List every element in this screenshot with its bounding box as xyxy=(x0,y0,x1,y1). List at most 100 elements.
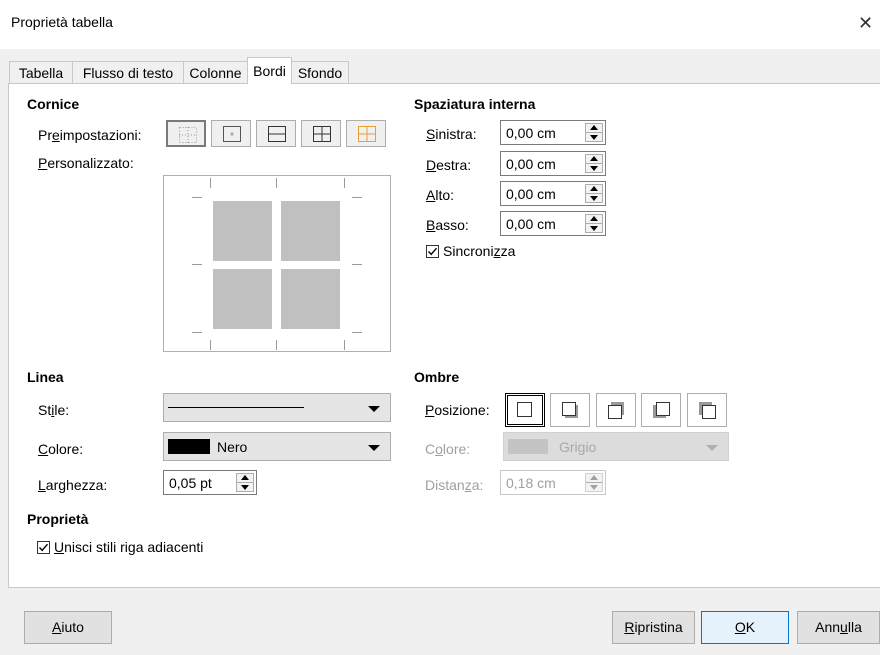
preview-tick xyxy=(210,340,211,350)
spin-up-icon[interactable] xyxy=(590,186,598,191)
sincronizza-label[interactable]: Sincronizza xyxy=(443,243,515,259)
basso-spinbox[interactable]: 0,00 cm xyxy=(500,211,606,236)
close-icon[interactable]: ✕ xyxy=(858,13,873,34)
shadow-top-left-icon xyxy=(699,402,716,419)
basso-label: Basso: xyxy=(426,217,469,233)
stile-dropdown[interactable] xyxy=(163,393,391,422)
ripristina-button[interactable]: Ripristina xyxy=(612,611,695,644)
tab-sfondo[interactable]: Sfondo xyxy=(291,61,349,83)
preview-tick xyxy=(352,197,362,198)
shadow-none-icon xyxy=(517,402,532,417)
preview-cell-top-left xyxy=(213,201,272,261)
larghezza-label: Larghezza: xyxy=(38,477,108,493)
sinistra-label: Sinistra: xyxy=(426,126,477,142)
larghezza-spin-buttons[interactable] xyxy=(236,473,254,492)
spin-down-icon[interactable] xyxy=(590,135,598,140)
ok-button[interactable]: OK xyxy=(701,611,789,644)
shadow-bottom-left-button[interactable] xyxy=(641,393,681,427)
preset-border-inner-button[interactable] xyxy=(211,120,251,147)
border-inner-only-icon xyxy=(223,126,241,142)
custom-label: Personalizzato: xyxy=(38,155,134,171)
unisci-stili-checkbox[interactable] xyxy=(37,541,50,554)
shadow-top-right-button[interactable] xyxy=(596,393,636,427)
spin-up-icon[interactable] xyxy=(590,216,598,221)
preview-cell-top-right xyxy=(281,201,340,261)
color-swatch xyxy=(508,439,548,454)
aiuto-button[interactable]: Aiuto xyxy=(24,611,112,644)
preview-tick xyxy=(344,178,345,188)
title-bar xyxy=(0,0,880,49)
line-style-preview xyxy=(168,407,304,408)
alto-label: Alto: xyxy=(426,187,455,203)
preview-tick xyxy=(352,332,362,333)
linea-colore-dropdown[interactable]: Nero xyxy=(163,432,391,461)
color-swatch xyxy=(168,439,210,454)
spin-up-icon[interactable] xyxy=(590,156,598,161)
tab-bordi[interactable]: Bordi xyxy=(247,57,292,84)
larghezza-spinbox[interactable]: 0,05 pt xyxy=(163,470,257,495)
stile-label: Stile: xyxy=(38,402,70,418)
spin-down-icon[interactable] xyxy=(590,166,598,171)
cornice-heading: Cornice xyxy=(27,96,80,112)
border-outer-horizontal-icon xyxy=(268,126,286,142)
preset-border-horizontal-button[interactable] xyxy=(256,120,296,147)
preview-cell-bottom-left xyxy=(213,269,272,329)
alto-spinbox[interactable]: 0,00 cm xyxy=(500,181,606,206)
preset-border-all-button[interactable] xyxy=(301,120,341,147)
shadow-bottom-right-button[interactable] xyxy=(550,393,590,427)
basso-spin-buttons[interactable] xyxy=(585,214,603,233)
spin-up-icon[interactable] xyxy=(590,125,598,130)
checkmark-icon xyxy=(427,247,438,256)
distanza-value: 0,18 cm xyxy=(506,475,556,491)
destra-label: Destra: xyxy=(426,157,472,173)
shadow-none-button[interactable] xyxy=(505,393,545,427)
spaziatura-heading: Spaziatura interna xyxy=(414,96,536,112)
preview-tick xyxy=(344,340,345,350)
border-preview[interactable] xyxy=(163,175,391,352)
shadow-top-right-icon xyxy=(608,402,624,419)
linea-colore-label: Colore: xyxy=(38,441,84,457)
preview-tick xyxy=(192,264,202,265)
preview-tick xyxy=(276,340,277,350)
preview-tick xyxy=(352,264,362,265)
preview-cell-bottom-right xyxy=(281,269,340,329)
ombre-colore-value: Grigio xyxy=(559,439,597,455)
sinistra-spinbox[interactable]: 0,00 cm xyxy=(500,120,606,145)
sincronizza-checkbox[interactable] xyxy=(426,245,439,258)
tab-flusso-di-testo[interactable]: Flusso di testo xyxy=(72,61,184,83)
preview-tick xyxy=(210,178,211,188)
destra-value: 0,00 cm xyxy=(506,156,556,172)
sinistra-spin-buttons[interactable] xyxy=(585,123,603,142)
spin-up-icon[interactable] xyxy=(590,475,598,480)
preview-tick xyxy=(192,332,202,333)
destra-spin-buttons[interactable] xyxy=(585,154,603,173)
destra-spinbox[interactable]: 0,00 cm xyxy=(500,151,606,176)
shadow-top-left-button[interactable] xyxy=(687,393,727,427)
chevron-down-icon xyxy=(706,445,718,451)
distanza-spinbox[interactable]: 0,18 cm xyxy=(500,470,606,495)
border-all-icon xyxy=(313,126,331,142)
spin-down-icon[interactable] xyxy=(241,485,249,490)
linea-heading: Linea xyxy=(27,369,64,385)
distanza-spin-buttons[interactable] xyxy=(585,473,603,492)
preset-border-outer-inner-button[interactable] xyxy=(346,120,386,147)
spin-down-icon[interactable] xyxy=(590,196,598,201)
checkmark-icon xyxy=(38,543,49,552)
annulla-button[interactable]: Annulla xyxy=(797,611,880,644)
tab-tabella[interactable]: Tabella xyxy=(9,61,73,83)
border-outer-inner-icon xyxy=(358,126,376,142)
preset-label: Preimpostazioni: xyxy=(38,127,142,143)
proprieta-heading: Proprietà xyxy=(27,511,89,527)
preview-tick xyxy=(276,178,277,188)
spin-down-icon[interactable] xyxy=(590,226,598,231)
sinistra-value: 0,00 cm xyxy=(506,125,556,141)
spin-down-icon[interactable] xyxy=(590,485,598,490)
preset-border-none-button[interactable] xyxy=(166,120,206,147)
ombre-colore-label: Colore: xyxy=(425,441,471,457)
spin-up-icon[interactable] xyxy=(241,475,249,480)
unisci-stili-label[interactable]: Unisci stili riga adiacenti xyxy=(54,539,203,555)
tab-colonne[interactable]: Colonne xyxy=(183,61,248,83)
window-title: Proprietà tabella xyxy=(11,14,113,30)
alto-spin-buttons[interactable] xyxy=(585,184,603,203)
ombre-colore-dropdown[interactable]: Grigio xyxy=(503,432,729,461)
